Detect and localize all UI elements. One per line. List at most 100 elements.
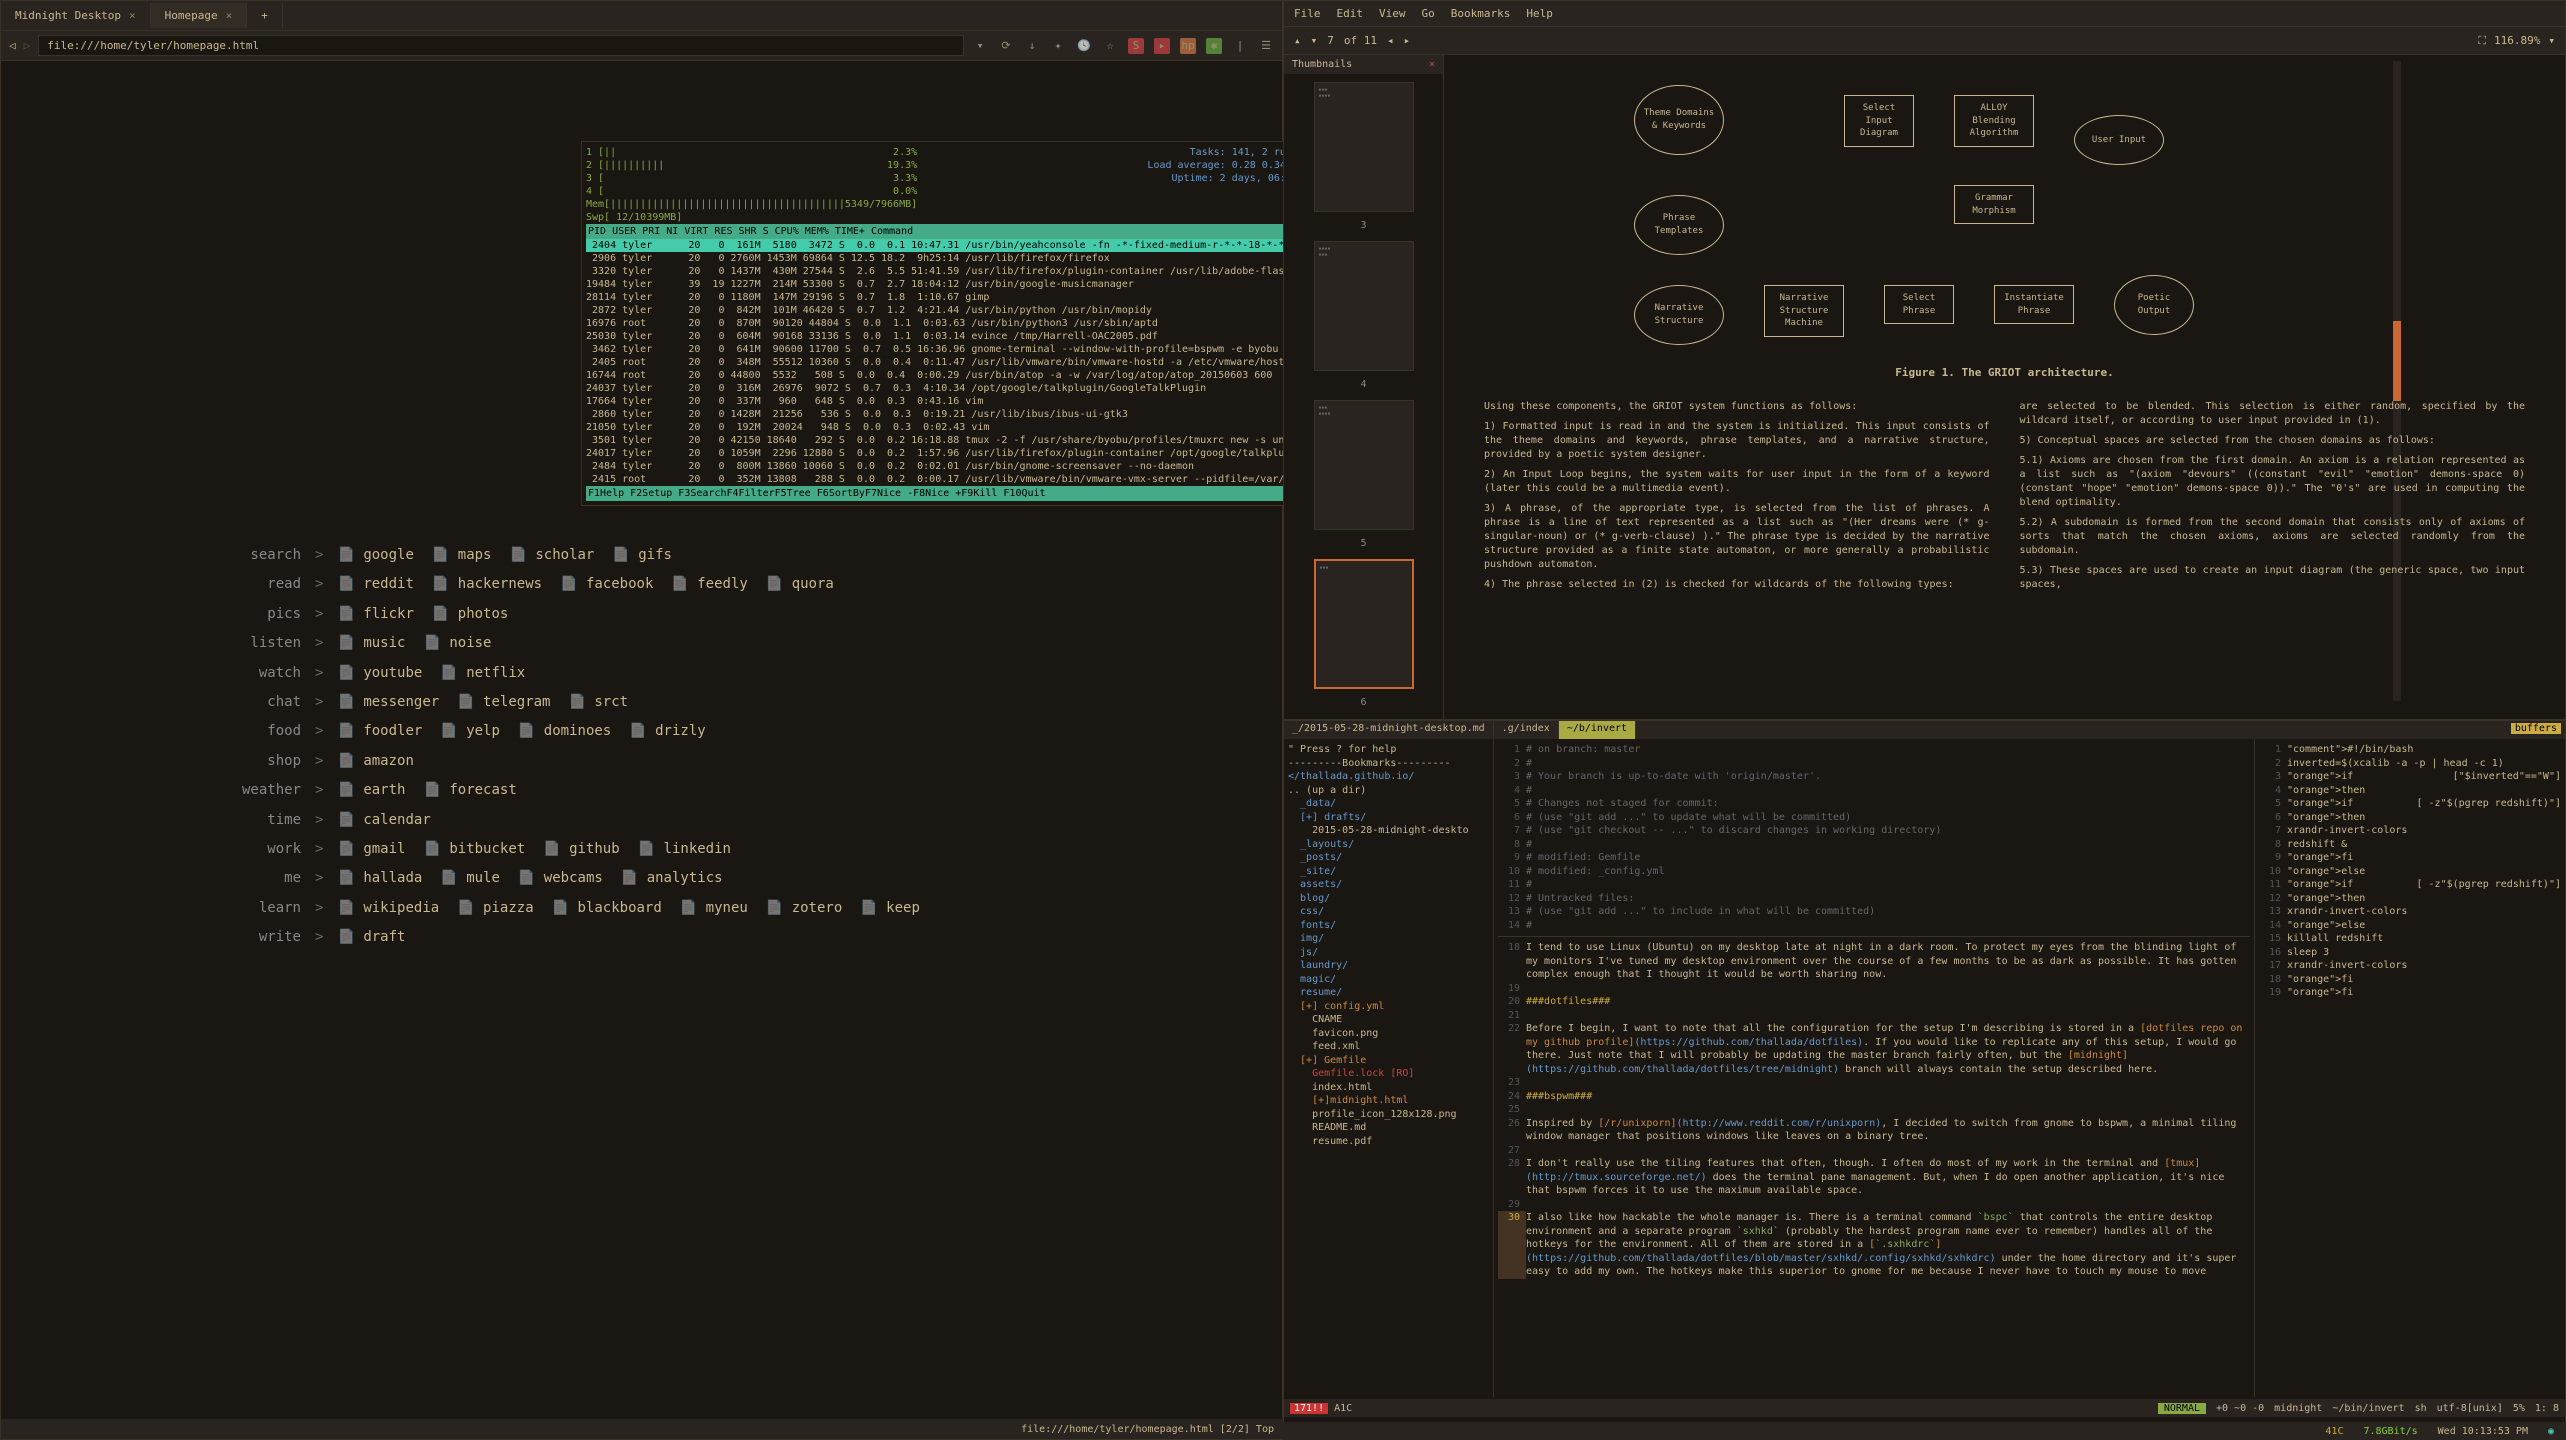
history-back-icon[interactable]: ◂ [1387,34,1394,47]
link-forecast[interactable]: forecast [423,776,516,805]
tree-item[interactable]: resume.pdf [1288,1135,1489,1149]
tree-item[interactable]: _data/ [1288,797,1489,811]
link-drizly[interactable]: drizly [629,717,705,746]
tree-item[interactable]: index.html [1288,1081,1489,1095]
tree-item[interactable]: blog/ [1288,892,1489,906]
tree-item[interactable]: fonts/ [1288,919,1489,933]
editor-line[interactable]: 18 "orange">fi [2259,973,2561,987]
editor-line[interactable]: 6 "orange">then [2259,811,2561,825]
editor-line[interactable]: 22Before I begin, I want to note that al… [1498,1022,2250,1076]
zoom-dropdown-icon[interactable]: ▾ [2548,34,2555,47]
tree-item[interactable]: magic/ [1288,973,1489,987]
url-input[interactable] [38,35,964,56]
process-row[interactable]: 24037 tyler 20 0 316M 26976 9072 S 0.7 0… [586,382,1316,395]
editor-line[interactable]: 20###dotfiles### [1498,995,2250,1009]
menu-go[interactable]: Go [1422,7,1435,20]
menu-view[interactable]: View [1379,7,1406,20]
link-flickr[interactable]: flickr [337,600,413,629]
process-row[interactable]: 2415 root 20 0 352M 13808 288 S 0.0 0.2 … [586,473,1316,486]
process-row[interactable]: 2404 tyler 20 0 161M 5180 3472 S 0.0 0.1… [586,239,1316,252]
tree-item[interactable]: Gemfile.lock [RO] [1288,1067,1489,1081]
thumbnail[interactable]: ▪▪▪▪▪▪▪ [1314,400,1414,530]
tree-item[interactable]: resume/ [1288,986,1489,1000]
link-feedly[interactable]: feedly [671,570,747,599]
process-row[interactable]: 19484 tyler 39 19 1227M 214M 53300 S 0.7… [586,278,1316,291]
tree-item[interactable]: _layouts/ [1288,838,1489,852]
ext-icon-pocket[interactable]: ▸ [1154,38,1170,54]
pdf-page[interactable]: Theme Domains & Keywords Select Input Di… [1444,55,2565,719]
bookmark-icon[interactable]: ☆ [1102,38,1118,54]
process-row[interactable]: 24017 tyler 20 0 1059M 2296 12880 S 0.0 … [586,447,1316,460]
link-netflix[interactable]: netflix [440,659,525,688]
download-icon[interactable]: ↓ [1024,38,1040,54]
tree-item[interactable]: _site/ [1288,865,1489,879]
vim-tab[interactable]: .g/index [1494,721,1559,739]
link-srct[interactable]: srct [568,688,628,717]
menu-icon[interactable]: ☰ [1258,38,1274,54]
menu-edit[interactable]: Edit [1337,7,1364,20]
menu-help[interactable]: Help [1526,7,1553,20]
tree-item[interactable]: profile_icon_128x128.png [1288,1108,1489,1122]
ext-icon-orange[interactable]: hp [1180,38,1196,54]
vim-buffer-center[interactable]: 1# on branch: master2#3# Your branch is … [1494,739,2255,1397]
htop-terminal[interactable]: 1 [||2.3% 2 [||||||||||19.3% 3 [3.3% 4 [… [581,141,1321,506]
vim-tab-active[interactable]: ~/b/invert [1559,721,1636,739]
process-row[interactable]: 16744 root 20 0 44800 5532 508 S 0.0 0.4… [586,369,1316,382]
editor-line[interactable]: 3"orange">if [ "$inverted" == "W" ] [2259,770,2561,784]
editor-line[interactable]: 15 killall redshift [2259,932,2561,946]
tree-item[interactable]: css/ [1288,905,1489,919]
history-icon[interactable]: 🕓 [1076,38,1092,54]
link-keep[interactable]: keep [860,894,920,923]
editor-line[interactable]: 11 "orange">if [ -z "$(pgrep redshift)" … [2259,878,2561,892]
link-hallada[interactable]: hallada [337,864,422,893]
thumbnail[interactable]: ▪▪▪▪▪▪▪ [1314,82,1414,212]
editor-line[interactable]: 17 xrandr-invert-colors [2259,959,2561,973]
link-yelp[interactable]: yelp [440,717,500,746]
link-music[interactable]: music [337,629,405,658]
vim-tab[interactable]: _/2015-05-28-midnight-desktop.md [1284,721,1494,739]
editor-line[interactable]: 5 "orange">if [ -z "$(pgrep redshift)" ] [2259,797,2561,811]
tree-item[interactable]: assets/ [1288,878,1489,892]
link-myneu[interactable]: myneu [680,894,748,923]
process-row[interactable]: 3462 tyler 20 0 641M 90600 11700 S 0.7 0… [586,343,1316,356]
tree-item[interactable]: .. (up a dir) [1288,784,1489,798]
prev-page-icon[interactable]: ▴ [1294,34,1301,47]
tree-item[interactable]: feed.xml [1288,1040,1489,1054]
fullscreen-icon[interactable]: ⛶ [2478,34,2486,48]
tab-homepage[interactable]: Homepage × [151,3,248,28]
link-mule[interactable]: mule [440,864,500,893]
link-calendar[interactable]: calendar [337,806,430,835]
link-dominoes[interactable]: dominoes [518,717,611,746]
link-scholar[interactable]: scholar [509,541,594,570]
editor-line[interactable]: 16 sleep 3 [2259,946,2561,960]
link-earth[interactable]: earth [337,776,405,805]
ext-icon-red[interactable]: S [1128,38,1144,54]
link-webcams[interactable]: webcams [518,864,603,893]
link-youtube[interactable]: youtube [337,659,422,688]
close-icon[interactable]: × [226,9,233,22]
editor-line[interactable]: 24###bspwm### [1498,1090,2250,1104]
addon-icon[interactable]: ✦ [1050,38,1066,54]
tree-item[interactable]: [+] config.yml [1288,1000,1489,1014]
link-telegram[interactable]: telegram [457,688,550,717]
process-row[interactable]: 21050 tyler 20 0 192M 20024 948 S 0.0 0.… [586,421,1316,434]
link-maps[interactable]: maps [432,541,492,570]
editor-line[interactable]: 28I don't really use the tiling features… [1498,1157,2250,1198]
editor-line[interactable]: 19 [1498,982,2250,996]
tree-item[interactable]: CNAME [1288,1013,1489,1027]
thumbnail-selected[interactable]: ▪▪▪ [1314,559,1414,689]
process-row[interactable]: 25030 tyler 20 0 604M 90168 33136 S 0.0 … [586,330,1316,343]
tree-root[interactable]: </thallada.github.io/ [1288,771,1414,782]
editor-line[interactable]: 25 [1498,1103,2250,1117]
editor-line[interactable]: 23 [1498,1076,2250,1090]
vim-buffer-right[interactable]: 1"comment">#!/bin/bash2inverted=$(xcalib… [2255,739,2565,1397]
editor-line[interactable]: 27 [1498,1144,2250,1158]
link-zotero[interactable]: zotero [766,894,842,923]
editor-line[interactable]: 29 [1498,1198,2250,1212]
editor-line[interactable]: 1"comment">#!/bin/bash [2259,743,2561,757]
editor-line[interactable]: 2inverted=$(xcalib -a -p | head -c 1) [2259,757,2561,771]
dropdown-icon[interactable]: ▾ [972,38,988,54]
editor-line[interactable]: 8 redshift & [2259,838,2561,852]
link-analytics[interactable]: analytics [621,864,723,893]
zoom-level[interactable]: 116.89% [2494,34,2540,47]
